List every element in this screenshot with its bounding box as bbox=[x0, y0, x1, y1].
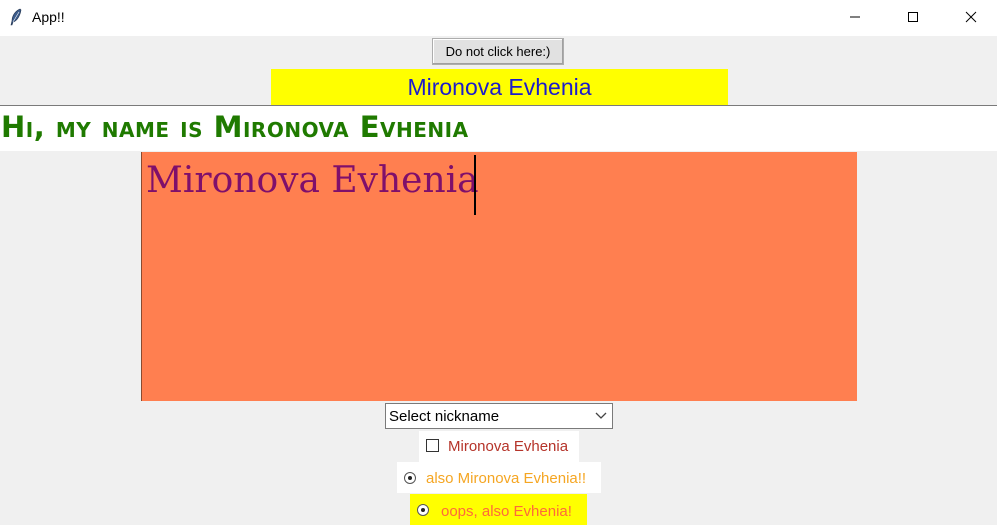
radio-label-1: also Mironova Evhenia!! bbox=[426, 470, 587, 487]
close-icon bbox=[965, 11, 977, 23]
name-checkbox-row[interactable]: Mironova Evhenia bbox=[419, 431, 579, 462]
name-checkbox[interactable] bbox=[426, 439, 439, 452]
radio-label-2: oops, also Evhenia! bbox=[441, 503, 572, 520]
greeting-entry[interactable]: Hi, my name is Mironova Evhenia bbox=[0, 105, 997, 151]
minimize-icon bbox=[850, 16, 860, 18]
radio-option-1[interactable]: also Mironova Evhenia!! bbox=[397, 462, 601, 493]
radio-option-2[interactable]: oops, also Evhenia! bbox=[410, 494, 587, 525]
do-not-click-button[interactable]: Do not click here:) bbox=[432, 38, 564, 65]
nickname-select[interactable]: Select nickname bbox=[385, 403, 613, 429]
radio-dot-2 bbox=[421, 508, 425, 512]
window-title: App!! bbox=[32, 9, 65, 25]
radio-dot-1 bbox=[408, 476, 412, 480]
name-label: Mironova Evhenia bbox=[271, 69, 728, 105]
radio-button-1[interactable] bbox=[404, 472, 416, 484]
close-button[interactable] bbox=[942, 0, 997, 34]
maximize-icon bbox=[908, 12, 918, 22]
nickname-select-value: Select nickname bbox=[389, 408, 500, 425]
name-checkbox-label: Mironova Evhenia bbox=[448, 438, 569, 455]
name-text-area[interactable]: Mironova Evhenia bbox=[141, 152, 857, 401]
title-bar[interactable]: App!! bbox=[0, 0, 997, 36]
feather-icon bbox=[10, 8, 22, 26]
greeting-entry-text: Hi, my name is Mironova Evhenia bbox=[1, 110, 469, 144]
app-window: App!! Do not click here:) Mironova Evhen… bbox=[0, 0, 997, 525]
maximize-button[interactable] bbox=[884, 0, 942, 34]
text-cursor bbox=[474, 155, 476, 215]
radio-button-2[interactable] bbox=[417, 504, 429, 516]
text-area-content: Mironova Evhenia bbox=[146, 160, 479, 201]
chevron-down-icon bbox=[595, 412, 607, 419]
minimize-button[interactable] bbox=[826, 0, 884, 34]
